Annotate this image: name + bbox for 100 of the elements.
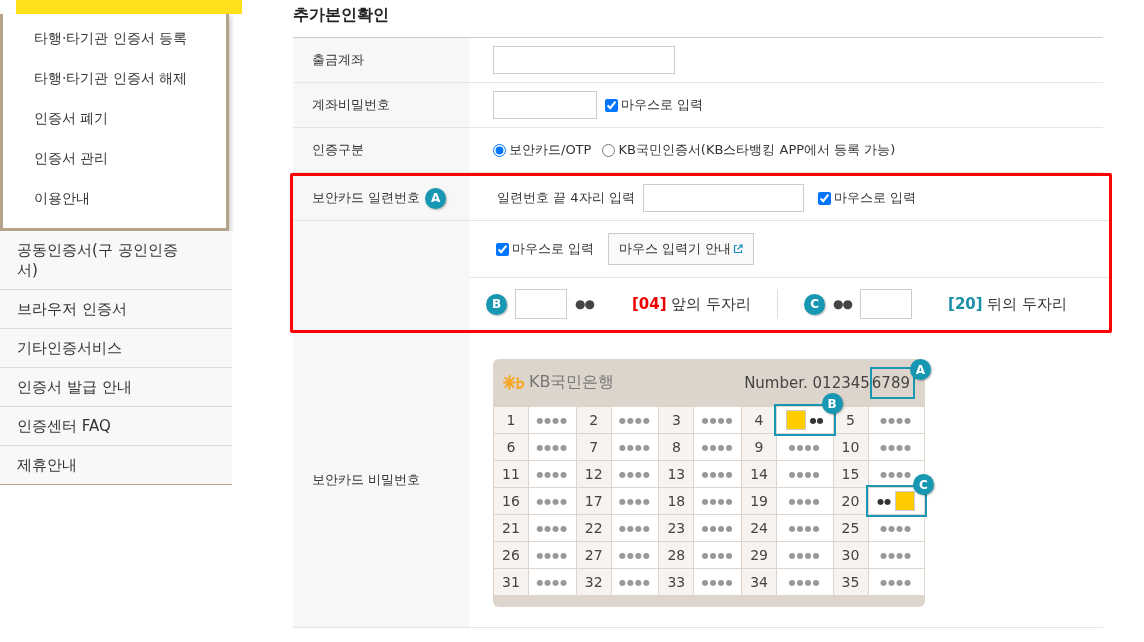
radio-label[interactable]: 보안카드/OTP (509, 141, 592, 159)
masked-digits: ●●●● (701, 442, 734, 452)
masked-digits: ●●●● (619, 469, 651, 479)
radio-label[interactable]: KB국민인증서(KB스타뱅킹 APP에서 등록 가능) (618, 141, 896, 159)
guide-button[interactable]: 마우스 입력기 안내 (608, 233, 755, 265)
masked-digits: ●●●● (619, 442, 651, 452)
masked-digits: ●●●● (880, 469, 913, 479)
masked-digits: ●●●● (788, 577, 821, 587)
cell-number: 2 (589, 412, 599, 428)
password-field[interactable] (493, 91, 597, 119)
masked-digits: ●●●● (880, 442, 913, 452)
cell-number: 35 (841, 574, 860, 590)
masked-digits: ●●●● (619, 415, 651, 425)
marker-badge: B (821, 393, 843, 414)
masked-digits: ●●●● (701, 415, 734, 425)
cell-number: 31 (502, 574, 520, 590)
marker-badge: A (425, 187, 447, 209)
revealed-digit-square (785, 410, 806, 430)
cell-number: 33 (667, 574, 686, 590)
cell-number: 14 (750, 466, 768, 482)
masked-digits: ●●●● (788, 550, 821, 560)
bank-name: KB국민은행 (529, 372, 616, 393)
masked-digits: ●●●● (619, 523, 651, 533)
cell-number: 1 (506, 412, 516, 428)
cell-number: 10 (841, 439, 860, 455)
masked-digits: ●●●● (701, 577, 734, 587)
field-label: 인증구분 (312, 141, 364, 159)
submenu-item[interactable]: 이용안내 (3, 178, 226, 218)
field-label: 보안카드 일련번호 (312, 189, 421, 207)
masked-digits: ●●●● (788, 496, 821, 506)
masked-digits: ●●●● (701, 550, 734, 560)
submenu-item[interactable]: 인증서 폐기 (3, 98, 226, 138)
radio-button[interactable] (602, 143, 616, 157)
serial-input-field[interactable] (642, 184, 804, 212)
cell-number: 15 (841, 466, 860, 482)
cell-number: 8 (671, 439, 681, 455)
checkbox-label[interactable]: 마우스로 입력 (621, 96, 704, 114)
masked-digits: ●●●● (880, 415, 913, 425)
masked-digits: ●●●● (536, 496, 569, 506)
masked-digits: ●●●● (536, 442, 569, 452)
marker-badge: B (486, 293, 507, 315)
field-label: 출금계좌 (312, 51, 364, 69)
field-label: 보안카드 비밀번호 (312, 471, 421, 489)
cell-number: 26 (502, 547, 520, 563)
cell-number: 18 (667, 493, 686, 509)
sidebar-item[interactable]: 인증서 발급 안내 (0, 368, 232, 407)
external-link-icon (733, 244, 744, 254)
masked-digits: ●●●● (536, 415, 569, 425)
cell-number: 32 (584, 574, 603, 590)
masked-digits: ●●●● (788, 523, 821, 533)
masked-digits: ●●●● (536, 469, 569, 479)
checkbox[interactable] (496, 242, 509, 256)
cell-number: 19 (750, 493, 768, 509)
checkbox[interactable] (817, 191, 831, 205)
sidebar-item[interactable]: 인증센터 FAQ (0, 407, 232, 446)
cell-number: 23 (667, 520, 686, 536)
cell-number: 28 (667, 547, 686, 563)
cell-number: 27 (584, 547, 603, 563)
checkbox-label[interactable]: 마우스로 입력 (512, 240, 595, 258)
digit-input-field[interactable] (860, 289, 913, 319)
cell-number: 30 (841, 547, 860, 563)
cell-number: 22 (584, 520, 603, 536)
sidebar-item[interactable]: 기타인증서비스 (0, 329, 232, 368)
cell-number: 4 (754, 412, 764, 428)
cell-number: 5 (846, 412, 855, 428)
cell-number: 11 (502, 466, 520, 482)
masked-digits: ●●●● (701, 496, 734, 506)
cell-number: 16 (502, 493, 520, 509)
field-prompt: 일련번호 끝 4자리 입력 (497, 189, 635, 207)
cell-number: 17 (584, 493, 603, 509)
radio-button[interactable] (493, 143, 506, 157)
card-number: Number. 012345 (744, 372, 870, 393)
cell-number: 12 (584, 466, 603, 482)
field-label: 계좌비밀번호 (312, 96, 390, 114)
cell-number: 24 (750, 520, 768, 536)
digit-input-field[interactable] (515, 289, 567, 319)
submenu-item[interactable]: 인증서 관리 (3, 138, 226, 178)
submenu-item[interactable]: 타행·타기관 인증서 등록 (3, 18, 226, 58)
masked-digits: ●●●● (788, 469, 821, 479)
checkbox-label[interactable]: 마우스로 입력 (833, 189, 916, 207)
cell-number: 29 (750, 547, 768, 563)
cell-number: 20 (841, 493, 860, 509)
digit-caption: [20] 뒤의 두자리 (948, 294, 1068, 314)
masked-digits: ●●●● (619, 496, 651, 506)
masked-digits: ●●●● (788, 442, 821, 452)
masked-digits: ●●●● (880, 577, 913, 587)
input-field[interactable] (493, 46, 675, 74)
sidebar-item[interactable]: 제휴안내 (0, 446, 232, 484)
cell-number: 34 (750, 574, 768, 590)
masked-digits: ●●●● (619, 550, 651, 560)
cell-number: 7 (589, 439, 599, 455)
masked-digits: ●●●● (536, 577, 569, 587)
cell-number: 3 (671, 412, 681, 428)
masked-digits: ●●●● (619, 577, 651, 587)
cell-number: 21 (502, 520, 520, 536)
sidebar-item[interactable]: 공동인증서(구 공인인증서) (0, 231, 232, 290)
cell-number: 25 (841, 520, 860, 536)
sidebar-item[interactable]: 브라우저 인증서 (0, 290, 232, 329)
submenu-item[interactable]: 타행·타기관 인증서 해제 (3, 58, 226, 98)
checkbox[interactable] (605, 98, 618, 112)
